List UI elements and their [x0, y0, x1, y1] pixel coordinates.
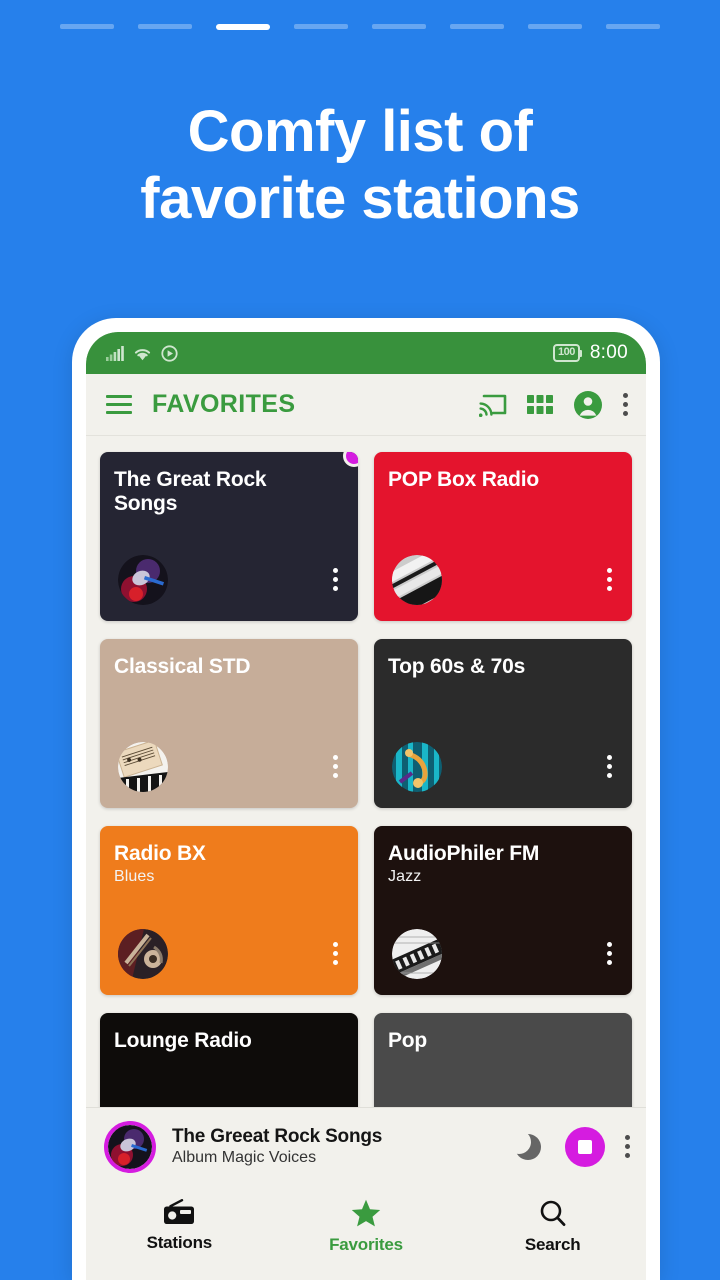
station-card-title: Pop — [388, 1029, 428, 1052]
stop-button[interactable] — [565, 1126, 605, 1167]
station-album-art — [392, 742, 442, 792]
nav-item-search[interactable]: Search — [460, 1199, 645, 1255]
nav-item-favorites[interactable]: Favorites — [274, 1199, 459, 1255]
grid-view-icon[interactable] — [527, 394, 553, 415]
radio-icon — [164, 1199, 195, 1224]
bottom-navigation: Stations Favorites Search — [86, 1185, 646, 1280]
page-dot-6[interactable] — [528, 24, 582, 29]
page-dot-5[interactable] — [450, 24, 504, 29]
station-card-title: The Great Rock Songs — [114, 468, 267, 516]
page-dot-3[interactable] — [294, 24, 348, 29]
status-bar: 100 8:00 — [86, 332, 646, 374]
hamburger-menu-icon[interactable] — [106, 395, 132, 414]
play-circle-icon — [161, 344, 178, 362]
station-card-title: Top 60s & 70s — [388, 655, 526, 678]
page-title: Comfy list of favorite stations — [0, 98, 720, 233]
station-card-subtitle: Jazz — [388, 868, 422, 886]
battery-indicator: 100 — [552, 344, 582, 362]
account-circle-icon[interactable] — [573, 390, 603, 420]
page-dot-0[interactable] — [60, 24, 114, 29]
phone-screen: 100 8:00 FAVORITES The Great Rock Songs … — [86, 332, 646, 1280]
player-album-art — [104, 1120, 156, 1173]
station-album-art — [392, 555, 442, 605]
station-card-title: Classical STD — [114, 655, 251, 678]
page-dot-4[interactable] — [372, 24, 426, 29]
app-title: FAVORITES — [152, 390, 296, 418]
station-card-title: AudioPhiler FM — [388, 842, 540, 865]
search-icon — [540, 1200, 566, 1226]
station-card-title: Lounge Radio — [114, 1029, 252, 1052]
station-card[interactable]: Top 60s & 70s — [374, 639, 632, 808]
station-card[interactable]: Classical STD — [100, 639, 358, 808]
station-card[interactable]: Lounge Radio — [100, 1013, 358, 1107]
moon-sleep-icon[interactable] — [507, 1129, 541, 1160]
phone-mockup: 100 8:00 FAVORITES The Great Rock Songs … — [72, 318, 660, 1280]
station-card[interactable]: Radio BX Blues — [100, 826, 358, 995]
nav-label-favorites: Favorites — [329, 1235, 403, 1254]
player-track-subtitle: Album Magic Voices — [172, 1149, 317, 1166]
now-playing-badge — [343, 452, 358, 467]
star-icon — [351, 1199, 381, 1227]
station-album-art — [118, 742, 168, 792]
station-more-icon[interactable] — [333, 568, 338, 591]
player-track-title: The Greeat Rock Songs — [172, 1126, 383, 1147]
headline-line-1: Comfy list of — [187, 99, 533, 164]
nav-item-stations[interactable]: Stations — [87, 1199, 272, 1253]
mini-player[interactable]: The Greeat Rock Songs Album Magic Voices — [86, 1107, 646, 1185]
page-dot-1[interactable] — [138, 24, 192, 29]
station-more-icon[interactable] — [607, 568, 612, 591]
page-indicator[interactable] — [0, 24, 720, 30]
page-dot-2[interactable] — [216, 24, 270, 30]
station-more-icon[interactable] — [333, 942, 338, 965]
station-album-art — [118, 929, 168, 979]
station-card[interactable]: POP Box Radio — [374, 452, 632, 621]
station-more-icon[interactable] — [607, 755, 612, 778]
station-more-icon[interactable] — [333, 755, 338, 778]
station-grid: The Great Rock Songs POP Box Radio Classic… — [100, 452, 632, 1107]
station-card[interactable]: The Great Rock Songs — [100, 452, 358, 621]
headline-line-2: favorite stations — [140, 166, 580, 232]
player-more-icon[interactable] — [625, 1135, 630, 1158]
station-more-icon[interactable] — [607, 942, 612, 965]
cast-icon[interactable] — [479, 392, 507, 417]
station-grid-scroll[interactable]: The Great Rock Songs POP Box Radio Classic… — [86, 436, 646, 1107]
station-card-title: POP Box Radio — [388, 468, 540, 491]
nav-label-stations: Stations — [146, 1233, 213, 1252]
status-clock: 8:00 — [589, 342, 628, 363]
app-toolbar: FAVORITES — [86, 374, 646, 436]
more-vertical-icon[interactable] — [623, 393, 628, 416]
station-card[interactable]: Pop — [374, 1013, 632, 1107]
nav-label-search: Search — [524, 1235, 581, 1254]
station-album-art — [118, 555, 168, 605]
station-card-title: Radio BX — [114, 842, 206, 865]
signal-bars-icon — [106, 345, 124, 361]
station-card-subtitle: Blues — [114, 868, 155, 886]
wifi-icon — [134, 348, 151, 360]
station-card[interactable]: AudioPhiler FM Jazz — [374, 826, 632, 995]
page-dot-7[interactable] — [606, 24, 660, 29]
station-album-art — [392, 929, 442, 979]
